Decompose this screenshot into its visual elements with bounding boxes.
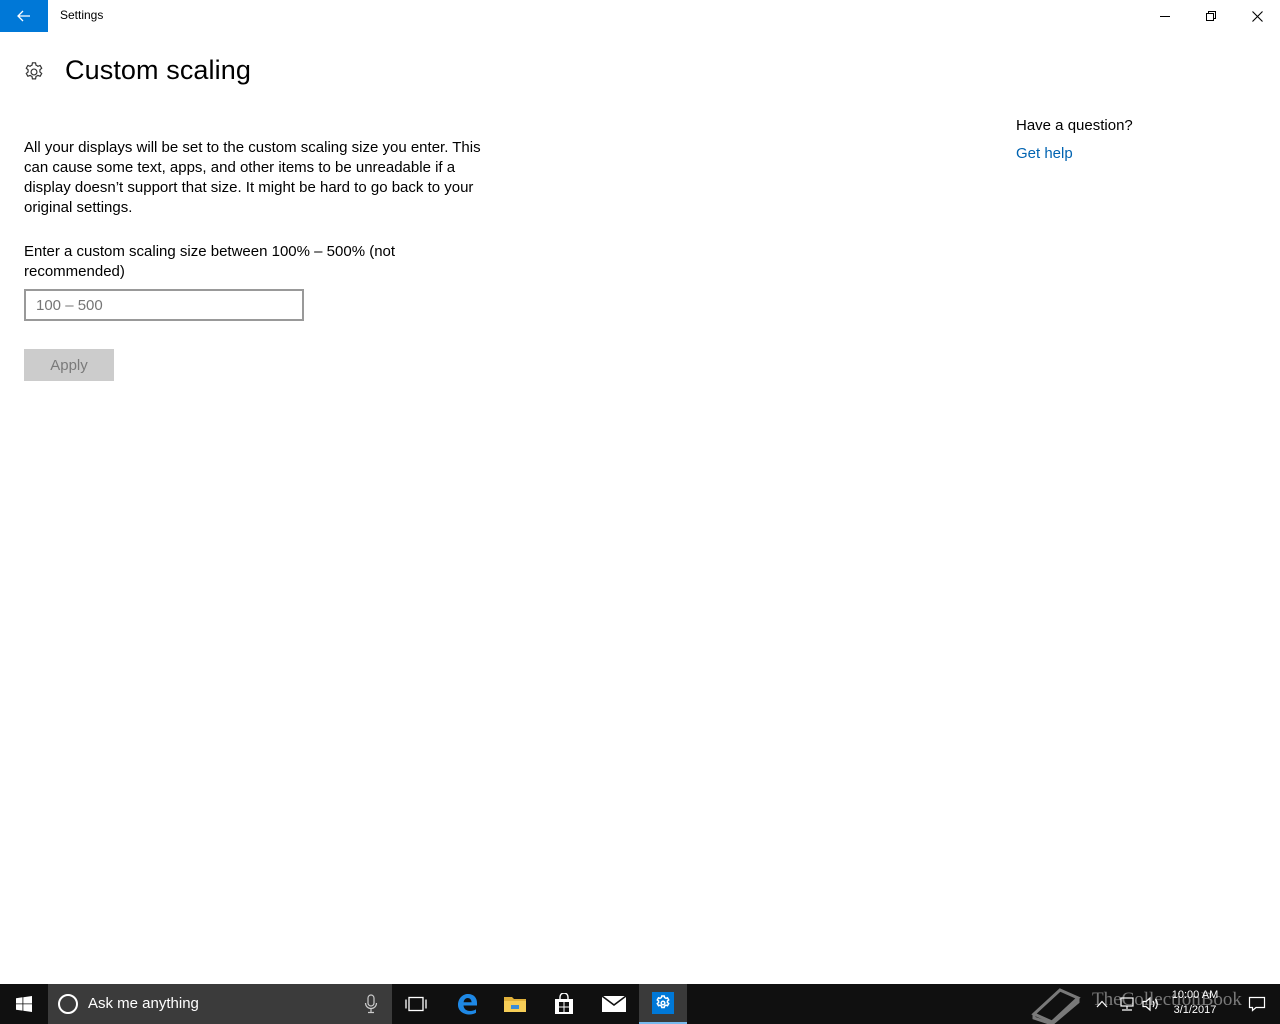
chevron-up-icon — [1096, 1000, 1108, 1008]
gear-icon — [25, 62, 43, 80]
minimize-button[interactable] — [1142, 0, 1188, 32]
title-bar: Settings — [0, 0, 1280, 32]
cortana-search-box[interactable]: Ask me anything — [48, 984, 392, 1024]
page-title: Custom scaling — [65, 55, 251, 85]
show-hidden-icons-button[interactable] — [1094, 994, 1110, 1014]
network-icon — [1120, 997, 1134, 1011]
back-arrow-icon — [17, 10, 30, 22]
search-placeholder: Ask me anything — [88, 995, 199, 1012]
store-bag-icon — [555, 993, 573, 1014]
close-icon — [1251, 10, 1263, 22]
speaker-icon — [1142, 996, 1158, 1012]
file-explorer-button[interactable] — [491, 984, 539, 1024]
notification-icon — [1248, 996, 1266, 1012]
network-button[interactable] — [1116, 994, 1138, 1014]
minimize-icon — [1160, 16, 1170, 17]
restore-icon — [1206, 11, 1216, 21]
apply-button[interactable]: Apply — [24, 349, 114, 381]
custom-scaling-input[interactable] — [24, 289, 304, 321]
volume-button[interactable] — [1140, 994, 1162, 1014]
taskbar-clock[interactable]: 10:00 AM 3/1/2017 — [1166, 988, 1224, 1018]
help-question: Have a question? — [1016, 117, 1133, 134]
clock-time: 10:00 AM — [1171, 989, 1219, 1001]
task-view-button[interactable] — [392, 984, 440, 1024]
taskbar: Ask me anything TheCollectionBook 10:00 … — [0, 984, 1280, 1024]
settings-taskbar-button[interactable] — [639, 984, 687, 1024]
mail-envelope-icon — [601, 995, 627, 1012]
window-title: Settings — [60, 8, 104, 22]
warning-description: All your displays will be set to the cus… — [24, 139, 481, 216]
back-button[interactable] — [0, 0, 48, 32]
settings-gear-icon — [652, 992, 674, 1014]
clock-date: 3/1/2017 — [1173, 1004, 1217, 1016]
microphone-icon[interactable] — [364, 994, 378, 1014]
mail-button[interactable] — [590, 984, 638, 1024]
task-view-icon — [405, 996, 427, 1012]
action-center-button[interactable] — [1234, 984, 1280, 1024]
windows-logo-icon — [16, 996, 32, 1012]
cortana-icon — [58, 994, 78, 1014]
close-button[interactable] — [1234, 0, 1280, 32]
book-logo-icon — [1031, 988, 1081, 1024]
start-button[interactable] — [0, 984, 48, 1024]
edge-button[interactable] — [443, 984, 491, 1024]
edge-icon — [458, 994, 477, 1015]
restore-button[interactable] — [1188, 0, 1234, 32]
get-help-link[interactable]: Get help — [1016, 145, 1073, 162]
scaling-input-label: Enter a custom scaling size between 100%… — [24, 243, 396, 280]
folder-icon — [504, 997, 526, 1012]
store-button[interactable] — [540, 984, 588, 1024]
